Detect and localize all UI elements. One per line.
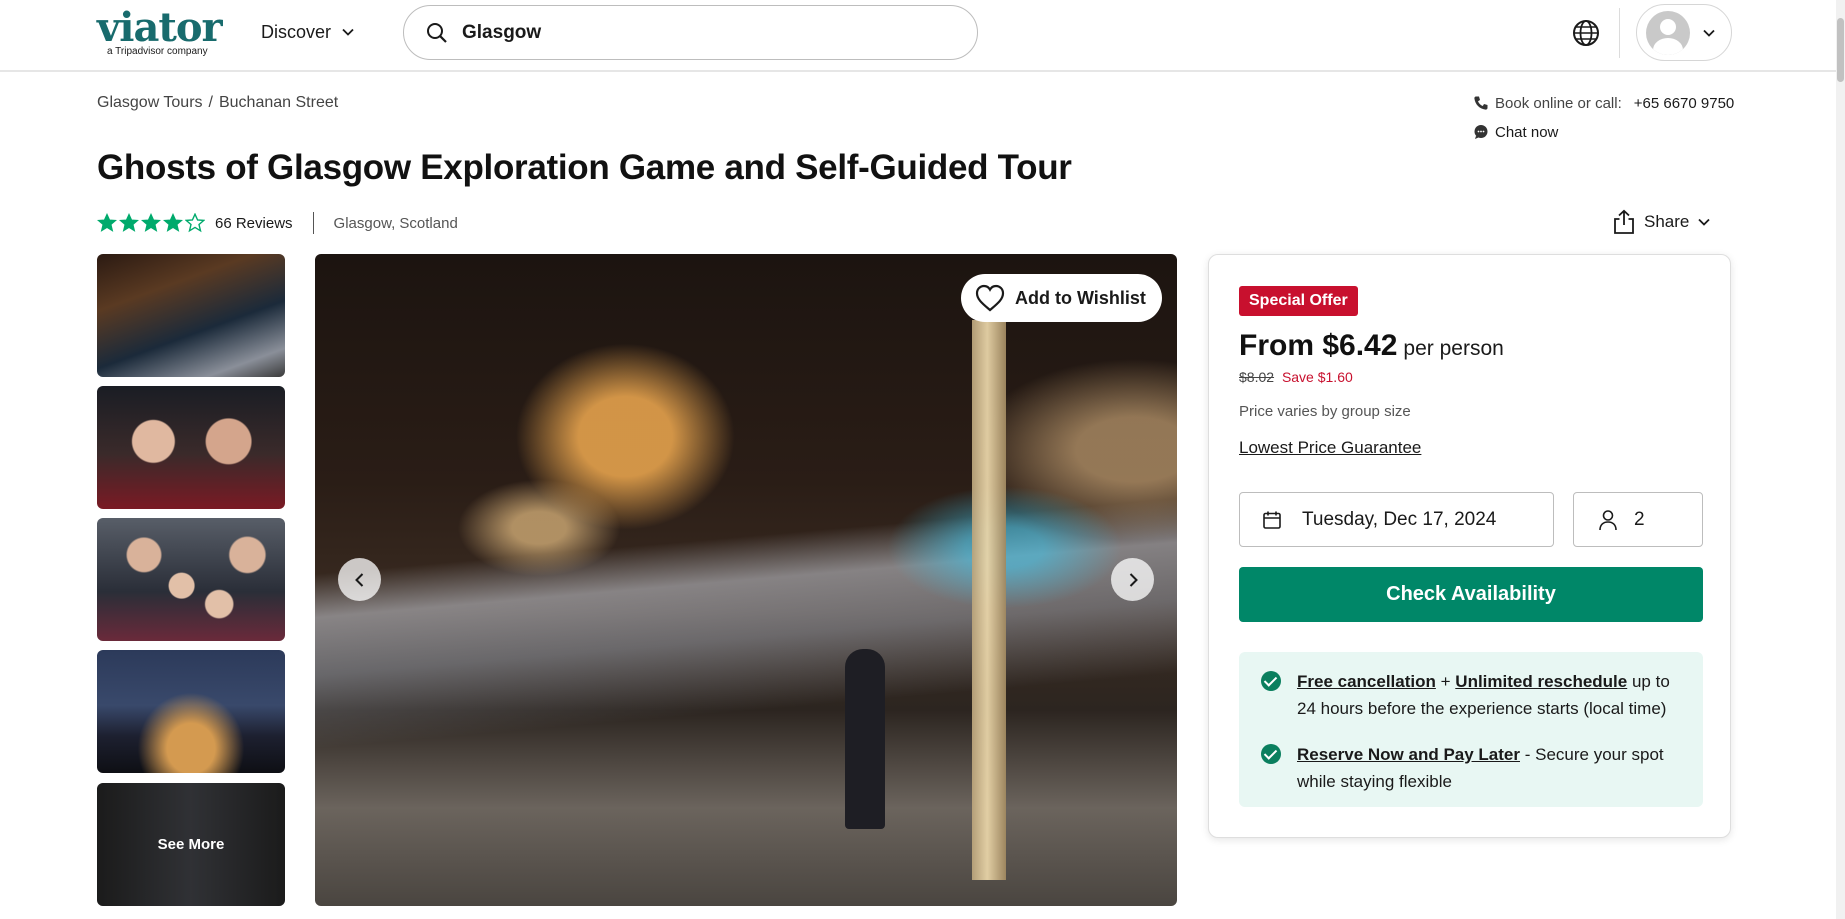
globe-icon <box>1573 20 1599 46</box>
traveler-count: 2 <box>1634 508 1645 530</box>
chat-row[interactable]: Chat now <box>1473 121 1734 143</box>
reserve-now-pay-later-link[interactable]: Reserve Now and Pay Later <box>1297 745 1520 764</box>
perk-text: Free cancellation + Unlimited reschedule… <box>1297 668 1685 722</box>
booking-card: Special Offer From $6.42 per person $8.0… <box>1208 254 1731 838</box>
viator-logo[interactable]: viator a Tripadvisor company <box>97 4 225 58</box>
heart-icon <box>975 284 1005 312</box>
gallery-prev-button[interactable] <box>338 558 381 601</box>
gallery-thumbnail-5[interactable]: See More <box>97 783 285 906</box>
street-lamp-pole <box>972 320 1006 880</box>
booking-perks: Free cancellation + Unlimited reschedule… <box>1239 652 1703 807</box>
person-icon <box>1599 509 1617 530</box>
free-cancellation-link[interactable]: Free cancellation <box>1297 672 1436 691</box>
traveler-count-picker[interactable]: 2 <box>1573 492 1703 547</box>
discover-label: Discover <box>261 21 332 42</box>
unlimited-reschedule-link[interactable]: Unlimited reschedule <box>1455 672 1627 691</box>
reviews-link[interactable]: 66 Reviews <box>215 215 293 232</box>
breadcrumb: Glasgow Tours / Buchanan Street <box>97 94 338 112</box>
check-circle-icon <box>1261 671 1281 691</box>
phone-row: Book online or call: +65 6670 9750 <box>1473 92 1734 114</box>
share-label: Share <box>1644 212 1690 231</box>
perk-reserve-now: Reserve Now and Pay Later - Secure your … <box>1261 741 1685 795</box>
star-icon <box>141 213 161 232</box>
main-gallery-image[interactable]: Add to Wishlist <box>315 254 1177 906</box>
date-picker[interactable]: Tuesday, Dec 17, 2024 <box>1239 492 1554 547</box>
perk-text: Reserve Now and Pay Later - Secure your … <box>1297 741 1685 795</box>
check-availability-button[interactable]: Check Availability <box>1239 567 1703 622</box>
selected-date: Tuesday, Dec 17, 2024 <box>1302 508 1497 530</box>
perk-free-cancellation: Free cancellation + Unlimited reschedule… <box>1261 668 1685 722</box>
chat-now-link[interactable]: Chat now <box>1495 124 1558 141</box>
star-icon <box>163 213 183 232</box>
chevron-down-icon <box>342 28 354 36</box>
price-from: From $6.42 <box>1239 329 1398 362</box>
search-bar[interactable] <box>403 5 978 60</box>
breadcrumb-separator: / <box>208 94 213 111</box>
gallery-next-button[interactable] <box>1111 558 1154 601</box>
gallery-thumbnail-4[interactable] <box>97 650 285 773</box>
page-scrollbar[interactable] <box>1836 0 1845 919</box>
phone-number[interactable]: +65 6670 9750 <box>1634 95 1735 112</box>
search-icon <box>427 22 447 43</box>
language-currency-button[interactable] <box>1571 18 1601 48</box>
special-offer-badge: Special Offer <box>1239 286 1358 316</box>
gallery-thumbnail-2[interactable] <box>97 386 285 509</box>
original-price: $8.02 <box>1239 369 1275 385</box>
per-person-label: per person <box>1403 337 1504 360</box>
search-input[interactable] <box>462 21 942 44</box>
chevron-left-icon <box>354 572 363 587</box>
check-circle-icon <box>1261 744 1281 764</box>
header-divider <box>1619 8 1620 58</box>
original-price-line: $8.02 Save $1.60 <box>1239 369 1353 385</box>
price-note: Price varies by group size <box>1239 403 1411 420</box>
price-line: From $6.42 per person <box>1239 329 1504 363</box>
add-to-wishlist-button[interactable]: Add to Wishlist <box>961 274 1162 322</box>
star-icon <box>97 213 117 232</box>
logo-tagline: a Tripadvisor company <box>107 46 208 57</box>
top-navigation-bar: viator a Tripadvisor company Discover <box>0 0 1845 72</box>
phone-icon <box>1474 96 1488 110</box>
chevron-down-icon <box>1703 29 1715 37</box>
savings-text: Save $1.60 <box>1281 369 1353 385</box>
perk-plus: + <box>1440 672 1451 691</box>
star-empty-icon <box>185 213 205 233</box>
book-online-label: Book online or call: <box>1495 94 1622 112</box>
chevron-right-icon <box>1129 572 1138 587</box>
contact-info: Book online or call: +65 6670 9750 Chat … <box>1473 92 1734 143</box>
star-rating[interactable] <box>97 213 205 233</box>
ghost-figure <box>845 649 885 829</box>
rating-divider <box>312 212 314 234</box>
see-more-button[interactable]: See More <box>97 783 285 906</box>
chat-icon <box>1474 125 1488 139</box>
star-icon <box>119 213 139 232</box>
share-button[interactable]: Share <box>1612 208 1711 236</box>
location-text: Glasgow, Scotland <box>333 214 458 232</box>
breadcrumb-glasgow-tours[interactable]: Glasgow Tours <box>97 94 203 112</box>
rating-row: 66 Reviews Glasgow, Scotland <box>97 211 458 235</box>
avatar <box>1646 10 1690 55</box>
discover-menu[interactable]: Discover <box>261 20 355 44</box>
calendar-icon <box>1263 511 1281 529</box>
profile-menu-button[interactable] <box>1636 4 1732 61</box>
wishlist-label: Add to Wishlist <box>1015 287 1146 308</box>
page-title: Ghosts of Glasgow Exploration Game and S… <box>97 148 1072 187</box>
scrollbar-thumb[interactable] <box>1837 18 1844 82</box>
breadcrumb-buchanan-street[interactable]: Buchanan Street <box>219 94 338 112</box>
logo-wordmark: viator <box>97 4 223 51</box>
chevron-down-icon <box>1698 218 1711 226</box>
gallery-thumbnail-3[interactable] <box>97 518 285 641</box>
lowest-price-guarantee-link[interactable]: Lowest Price Guarantee <box>1239 438 1421 458</box>
share-icon <box>1614 209 1634 234</box>
gallery-thumbnail-1[interactable] <box>97 254 285 377</box>
